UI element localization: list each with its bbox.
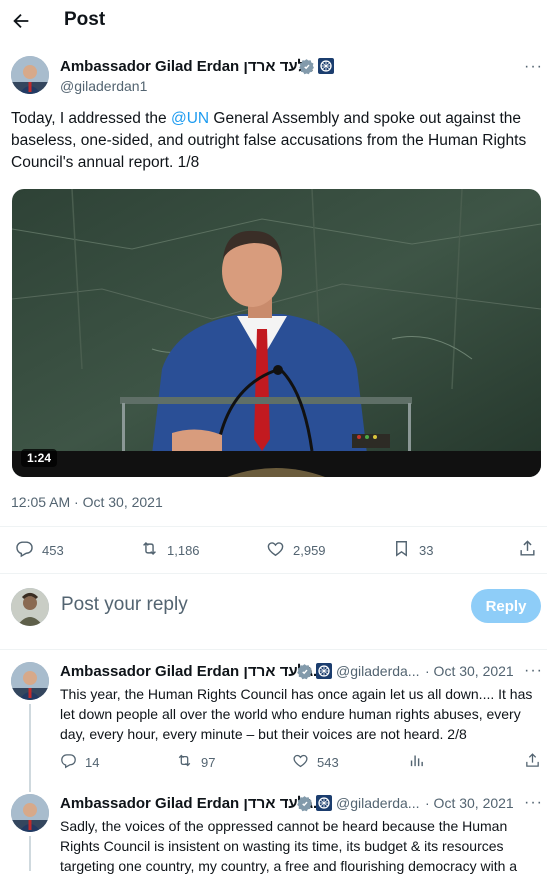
share-icon[interactable] <box>518 539 537 558</box>
reply-action[interactable]: 14 <box>60 752 99 772</box>
video-duration: 1:24 <box>21 449 58 467</box>
current-user-avatar[interactable] <box>11 588 49 626</box>
reply-button[interactable]: Reply <box>471 589 541 623</box>
repost-action[interactable]: 1,186 <box>140 539 200 561</box>
author-name[interactable]: Ambassador Gilad Erdan גלעד ארדן <box>60 58 313 75</box>
un-emblem-icon <box>316 795 332 811</box>
repost-action[interactable]: 97 <box>176 752 215 772</box>
reply-count: 14 <box>85 754 100 770</box>
more-options-icon[interactable]: ··· <box>524 58 543 76</box>
share-icon[interactable] <box>524 752 541 769</box>
reply-action[interactable]: 453 <box>15 539 64 561</box>
reply-author-name[interactable]: Ambassador Gilad Erdan גלעד ארדן... <box>60 795 326 812</box>
author-handle[interactable]: @giladerdan1 <box>60 78 147 94</box>
bookmark-action[interactable]: 33 <box>392 539 433 561</box>
reply-handle[interactable]: @giladerda... <box>336 663 419 679</box>
reply-text: Sadly, the voices of the oppressed canno… <box>60 818 518 874</box>
verified-badge-icon <box>296 663 313 680</box>
like-action[interactable]: 543 <box>292 752 339 772</box>
thread-line <box>29 704 31 792</box>
verified-badge-icon <box>298 58 315 75</box>
like-count: 2,959 <box>293 542 326 558</box>
reply-icon <box>60 752 77 772</box>
reply-avatar[interactable] <box>11 662 49 700</box>
thread-line <box>29 836 31 871</box>
reply-author-name[interactable]: Ambassador Gilad Erdan גלעד ארדן... <box>60 663 326 680</box>
more-options-icon[interactable]: ··· <box>524 662 543 680</box>
like-action[interactable]: 2,959 <box>266 539 326 561</box>
mention-link[interactable]: @UN <box>171 110 209 127</box>
post-text: Today, I addressed the @UN General Assem… <box>11 108 541 174</box>
reply-date[interactable]: · Oct 30, 2021 <box>425 795 514 811</box>
reply-text: This year, the Human Rights Council has … <box>60 686 533 742</box>
bookmark-icon <box>392 539 411 561</box>
reply-handle[interactable]: @giladerda... <box>336 795 419 811</box>
like-count: 543 <box>317 754 339 770</box>
heart-icon <box>266 539 285 561</box>
heart-icon <box>292 752 309 772</box>
repost-count: 97 <box>201 754 216 770</box>
un-emblem-icon <box>316 663 332 679</box>
more-options-icon[interactable]: ··· <box>524 794 543 812</box>
reply-input[interactable]: Post your reply <box>61 594 188 616</box>
post-timestamp[interactable]: 12:05 AM · Oct 30, 2021 <box>11 494 163 510</box>
back-arrow-icon[interactable] <box>10 10 32 32</box>
repost-icon <box>140 539 159 561</box>
reply-avatar[interactable] <box>11 794 49 832</box>
reply-count: 453 <box>42 542 64 558</box>
author-avatar[interactable] <box>11 56 49 94</box>
bookmark-count: 33 <box>419 542 434 558</box>
page-title: Post <box>64 9 106 30</box>
post-text-before: Today, I addressed the <box>11 110 171 127</box>
reply-icon <box>15 539 34 561</box>
reply-date[interactable]: · Oct 30, 2021 <box>425 663 514 679</box>
repost-count: 1,186 <box>167 542 200 558</box>
repost-icon <box>176 752 193 772</box>
un-emblem-icon <box>318 58 334 74</box>
verified-badge-icon <box>296 795 313 812</box>
video-player[interactable] <box>12 189 541 477</box>
analytics-icon[interactable] <box>408 752 425 769</box>
